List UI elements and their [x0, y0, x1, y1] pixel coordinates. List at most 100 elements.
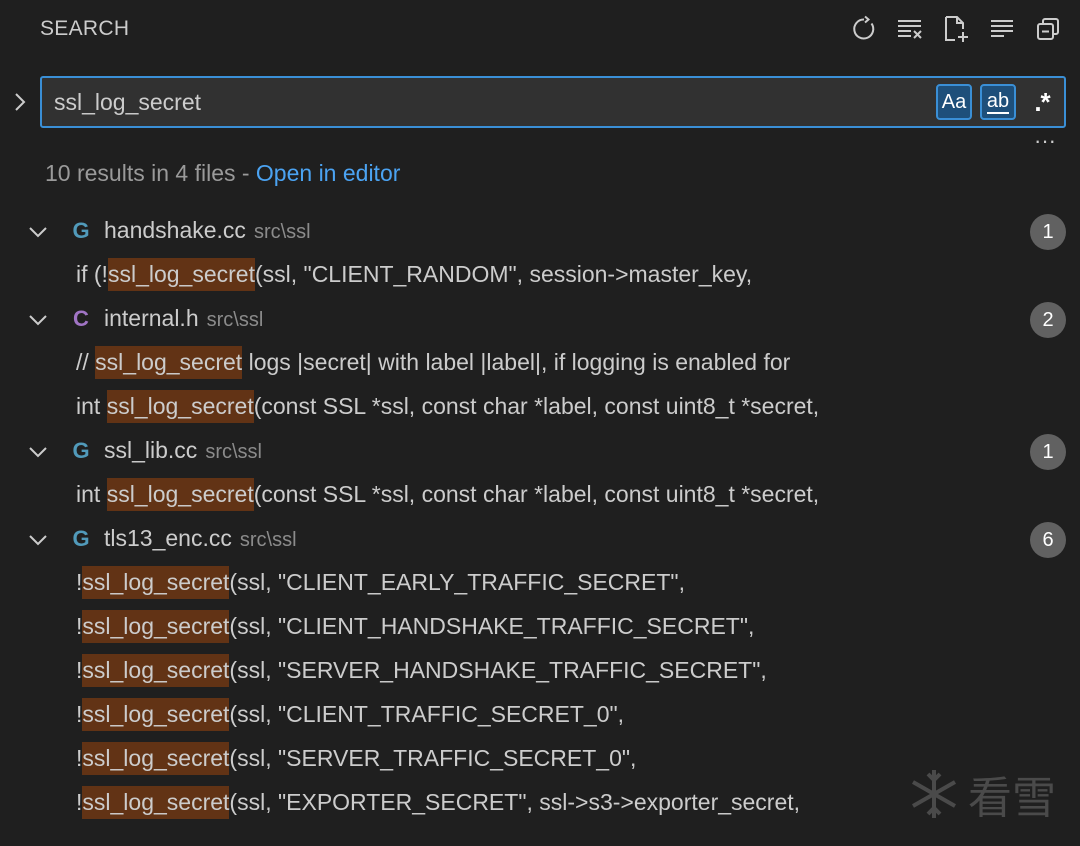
match-highlight: ssl_log_secret — [82, 610, 230, 643]
match-count-badge: 1 — [1030, 434, 1066, 470]
chevron-down-icon — [29, 227, 47, 238]
match-suffix: logs |secret| with label |label|, if log… — [242, 349, 791, 375]
match-suffix: (const SSL *ssl, const char *label, cons… — [253, 393, 820, 419]
match-highlight: ssl_log_secret — [82, 742, 230, 775]
match-suffix: (ssl, "CLIENT_RANDOM", session->master_k… — [254, 261, 753, 287]
match-count-badge: 6 — [1030, 522, 1066, 558]
refresh-icon — [853, 15, 875, 40]
match-suffix: (ssl, "CLIENT_EARLY_TRAFFIC_SECRET", — [229, 569, 685, 595]
file-name: internal.h src\ssl — [104, 305, 263, 332]
match-suffix: (ssl, "CLIENT_TRAFFIC_SECRET_0", — [229, 701, 625, 727]
open-in-editor-link[interactable]: Open in editor — [256, 160, 400, 186]
toggle-replace-button[interactable] — [8, 88, 32, 116]
match-row[interactable]: int ssl_log_secret(const SSL *ssl, const… — [0, 474, 1080, 518]
watermark-text: 看雪 — [968, 773, 1056, 824]
search-header: SEARCH — [0, 0, 1080, 60]
view-as-tree-button[interactable] — [986, 12, 1018, 46]
match-prefix: int — [76, 481, 107, 507]
match-text: !ssl_log_secret(ssl, "SERVER_TRAFFIC_SEC… — [76, 742, 637, 775]
chevron-down-icon — [29, 447, 47, 458]
match-row[interactable]: !ssl_log_secret(ssl, "SERVER_HANDSHAKE_T… — [0, 650, 1080, 694]
new-search-editor-icon — [945, 16, 968, 42]
match-text: !ssl_log_secret(ssl, "CLIENT_TRAFFIC_SEC… — [76, 698, 625, 731]
refresh-button[interactable] — [848, 12, 880, 46]
file-path: src\ssl — [206, 309, 264, 331]
match-text: !ssl_log_secret(ssl, "EXPORTER_SECRET", … — [76, 786, 801, 819]
match-whole-word-toggle[interactable]: ab — [980, 84, 1016, 120]
file-name-text: ssl_lib.cc — [104, 437, 198, 463]
file-row[interactable]: Cinternal.h src\ssl 2 — [0, 298, 1080, 342]
use-regex-label: .* — [1034, 86, 1050, 117]
file-row[interactable]: Gtls13_enc.cc src\ssl 6 — [0, 518, 1080, 562]
collapse-all-button[interactable] — [1032, 12, 1064, 46]
file-name-text: handshake.cc — [104, 217, 246, 243]
match-text: !ssl_log_secret(ssl, "CLIENT_EARLY_TRAFF… — [76, 566, 685, 599]
match-suffix: (ssl, "SERVER_HANDSHAKE_TRAFFIC_SECRET", — [229, 657, 767, 683]
file-row[interactable]: Gssl_lib.cc src\ssl 1 — [0, 430, 1080, 474]
clear-results-icon — [898, 20, 922, 39]
match-text: !ssl_log_secret(ssl, "CLIENT_HANDSHAKE_T… — [76, 610, 755, 643]
file-name: ssl_lib.cc src\ssl — [104, 437, 262, 464]
chevron-down-icon — [29, 315, 47, 326]
snowflake-icon — [912, 770, 956, 818]
cpp-file-icon: G — [72, 526, 90, 551]
match-suffix: (ssl, "EXPORTER_SECRET", ssl->s3->export… — [229, 789, 801, 815]
match-text: if (!ssl_log_secret(ssl, "CLIENT_RANDOM"… — [76, 258, 753, 291]
chevron-right-icon — [15, 93, 26, 111]
search-box: Aa ab .* — [40, 76, 1066, 128]
chevron-down-icon — [29, 535, 47, 546]
file-name-text: tls13_enc.cc — [104, 525, 232, 551]
clear-results-button[interactable] — [894, 12, 926, 46]
match-row[interactable]: // ssl_log_secret logs |secret| with lab… — [0, 342, 1080, 386]
file-path: src\ssl — [205, 441, 262, 463]
match-case-toggle[interactable]: Aa — [936, 84, 972, 120]
match-row[interactable]: int ssl_log_secret(const SSL *ssl, const… — [0, 386, 1080, 430]
c-header-file-icon: C — [73, 306, 89, 331]
match-highlight: ssl_log_secret — [95, 346, 243, 379]
toggle-search-details-button[interactable]: ··· — [1028, 130, 1062, 154]
match-highlight: ssl_log_secret — [82, 654, 230, 687]
match-count-badge: 1 — [1030, 214, 1066, 250]
match-highlight: ssl_log_secret — [106, 390, 254, 423]
cpp-file-icon: G — [72, 438, 90, 463]
collapse-all-icon — [1037, 18, 1059, 40]
file-path: src\ssl — [239, 529, 297, 551]
new-search-editor-button[interactable] — [940, 12, 972, 46]
match-suffix: (const SSL *ssl, const char *label, cons… — [253, 481, 820, 507]
file-row[interactable]: Ghandshake.cc src\ssl 1 — [0, 210, 1080, 254]
watermark: 看雪 — [906, 762, 1066, 826]
cpp-file-icon: G — [72, 218, 90, 243]
match-prefix: if (! — [76, 261, 108, 287]
match-suffix: (ssl, "CLIENT_HANDSHAKE_TRAFFIC_SECRET", — [229, 613, 755, 639]
match-row[interactable]: !ssl_log_secret(ssl, "CLIENT_HANDSHAKE_T… — [0, 606, 1080, 650]
match-count-badge: 2 — [1030, 302, 1066, 338]
match-row[interactable]: if (!ssl_log_secret(ssl, "CLIENT_RANDOM"… — [0, 254, 1080, 298]
match-highlight: ssl_log_secret — [82, 566, 230, 599]
view-as-tree-icon — [991, 20, 1013, 37]
match-prefix: // — [76, 349, 96, 375]
match-text: !ssl_log_secret(ssl, "SERVER_HANDSHAKE_T… — [76, 654, 767, 687]
match-text: // ssl_log_secret logs |secret| with lab… — [76, 346, 791, 379]
file-name-text: internal.h — [104, 305, 199, 331]
match-highlight: ssl_log_secret — [106, 478, 254, 511]
search-input[interactable] — [54, 78, 914, 126]
match-row[interactable]: !ssl_log_secret(ssl, "CLIENT_EARLY_TRAFF… — [0, 562, 1080, 606]
match-text: int ssl_log_secret(const SSL *ssl, const… — [76, 478, 820, 511]
file-name: tls13_enc.cc src\ssl — [104, 525, 297, 552]
results-summary: 10 results in 4 files - Open in editor — [45, 160, 400, 187]
use-regex-toggle[interactable]: .* — [1024, 84, 1060, 120]
file-path: src\ssl — [253, 221, 311, 243]
results-count-text: 10 results in 4 files - — [45, 160, 256, 186]
match-prefix: int — [76, 393, 107, 419]
panel-title: SEARCH — [40, 17, 130, 40]
match-text: int ssl_log_secret(const SSL *ssl, const… — [76, 390, 820, 423]
results-tree: Ghandshake.cc src\ssl 1 if (!ssl_log_secret… — [0, 210, 1080, 826]
match-whole-word-label: ab — [986, 90, 1010, 114]
file-name: handshake.cc src\ssl — [104, 217, 311, 244]
match-row[interactable]: !ssl_log_secret(ssl, "CLIENT_TRAFFIC_SEC… — [0, 694, 1080, 738]
match-case-label: Aa — [941, 90, 967, 113]
match-suffix: (ssl, "SERVER_TRAFFIC_SECRET_0", — [229, 745, 637, 771]
match-highlight: ssl_log_secret — [82, 786, 230, 819]
match-highlight: ssl_log_secret — [82, 698, 230, 731]
match-highlight: ssl_log_secret — [107, 258, 255, 291]
